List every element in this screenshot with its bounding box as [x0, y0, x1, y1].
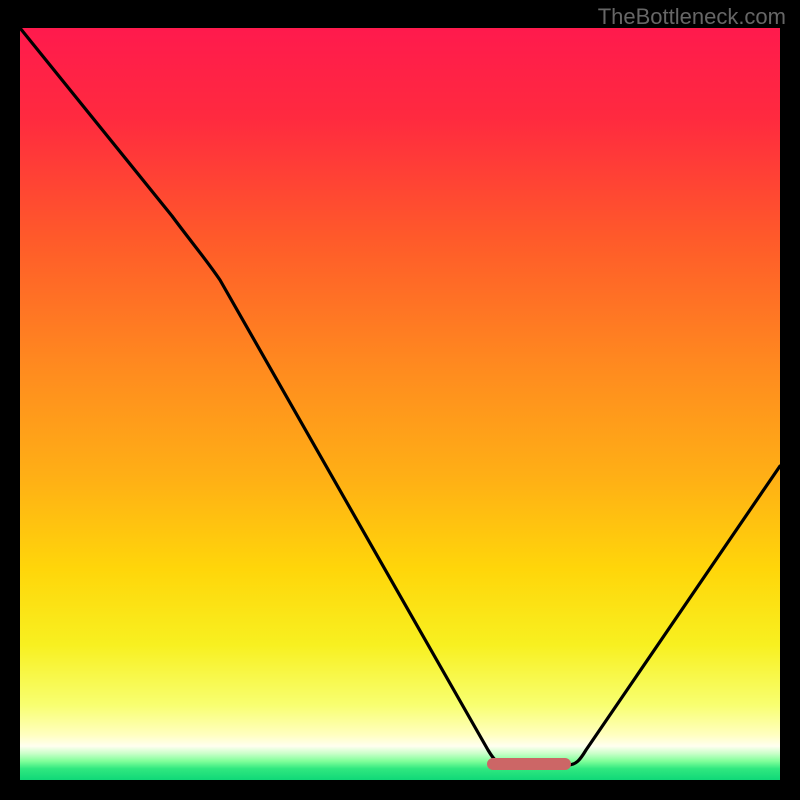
plot-area [20, 28, 780, 780]
bottleneck-curve [20, 28, 780, 780]
optimal-marker [487, 758, 571, 770]
curve-path [20, 28, 780, 765]
watermark-text: TheBottleneck.com [598, 4, 786, 30]
